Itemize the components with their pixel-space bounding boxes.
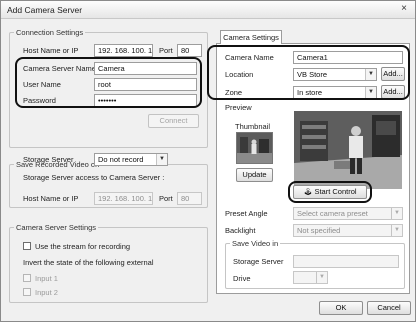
storage-server-value: Do not record [98, 155, 144, 164]
add-zone-button[interactable]: Add... [381, 85, 405, 99]
start-control-button[interactable]: 🕹 Start Control [293, 185, 367, 199]
port-input[interactable]: 80 [177, 44, 202, 57]
port-label: Port [159, 46, 173, 55]
start-control-label: Start Control [314, 187, 357, 196]
preview-scene [294, 111, 402, 189]
add-camera-server-dialog: Add Camera Server × Connection Settings … [0, 0, 416, 322]
thumbnail-image [236, 132, 273, 164]
input2-label: Input 2 [35, 288, 58, 297]
camera-server-settings-legend: Camera Server Settings [16, 223, 97, 232]
window-title: Add Camera Server [7, 5, 83, 15]
host-label: Host Name or IP [23, 46, 79, 55]
camera-preview [294, 111, 402, 189]
invert-label: Invert the state of the following extern… [23, 258, 154, 267]
storage-port-input[interactable]: 80 [177, 192, 202, 205]
password-label: Password [23, 96, 56, 105]
drive-select[interactable]: ▼ [293, 271, 328, 284]
location-select[interactable]: VB Store ▼ [293, 68, 377, 81]
zone-select[interactable]: In store ▼ [293, 86, 377, 99]
connection-settings-legend: Connection Settings [16, 28, 84, 37]
cancel-button[interactable]: Cancel [367, 301, 411, 315]
storage-access-label: Storage Server access to Camera Server : [23, 173, 165, 182]
use-stream-label: Use the stream for recording [35, 242, 131, 251]
password-input[interactable]: ••••••• [94, 94, 197, 107]
tab-camera-settings[interactable]: Camera Settings [220, 30, 282, 44]
preset-angle-label: Preset Angle [225, 209, 268, 218]
chevron-down-icon: ▼ [316, 272, 327, 283]
backlight-select[interactable]: Not specified ▼ [293, 224, 403, 237]
backlight-label: Backlight [225, 226, 256, 235]
input2-checkbox[interactable] [23, 288, 31, 296]
update-button[interactable]: Update [236, 168, 273, 182]
camera-name-input[interactable]: Camera1 [293, 51, 403, 64]
storage-port-label: Port [159, 194, 173, 203]
input1-checkbox[interactable] [23, 274, 31, 282]
zone-label: Zone [225, 88, 243, 97]
user-name-label: User Name [23, 80, 61, 89]
server-name-label: Camera Server Name [23, 64, 96, 73]
backlight-value: Not specified [297, 226, 341, 235]
camera-name-label: Camera Name [225, 53, 274, 62]
add-location-button[interactable]: Add... [381, 67, 405, 81]
storage-server-select[interactable]: Do not record ▼ [94, 153, 168, 166]
joystick-icon: 🕹 [303, 189, 313, 196]
server-name-input[interactable]: Camera [94, 62, 197, 75]
thumbnail-label: Thumbnail [235, 122, 271, 131]
preset-angle-select[interactable]: Select camera preset ▼ [293, 207, 403, 220]
preview-label: Preview [225, 103, 252, 112]
title-bar: Add Camera Server × [1, 1, 415, 19]
host-input[interactable]: 192. 168. 100. 1 [94, 44, 153, 57]
chevron-down-icon: ▼ [365, 69, 376, 80]
storage-server-label: Storage Server [23, 155, 74, 164]
storage-host-label: Host Name or IP [23, 194, 79, 203]
zone-value: In store [297, 88, 323, 97]
drive-label: Drive [233, 274, 251, 283]
use-stream-checkbox[interactable] [23, 242, 31, 250]
chevron-down-icon: ▼ [156, 154, 167, 165]
save-video-storage-label: Storage Server [233, 257, 284, 266]
save-video-legend: Save Video in [232, 239, 279, 248]
thumbnail-scene [237, 133, 272, 163]
input1-label: Input 1 [35, 274, 58, 283]
location-value: VB Store [297, 70, 328, 79]
ok-button[interactable]: OK [319, 301, 363, 315]
user-name-input[interactable]: root [94, 78, 197, 91]
chevron-down-icon: ▼ [365, 87, 376, 98]
storage-host-input[interactable]: 192. 168. 100. 1 [94, 192, 153, 205]
close-icon[interactable]: × [397, 3, 411, 16]
preset-angle-placeholder: Select camera preset [297, 209, 368, 218]
chevron-down-icon: ▼ [391, 208, 402, 219]
location-label: Location [225, 70, 254, 79]
chevron-down-icon: ▼ [391, 225, 402, 236]
save-video-storage-input[interactable] [293, 255, 399, 268]
connect-button[interactable]: Connect [148, 114, 199, 128]
